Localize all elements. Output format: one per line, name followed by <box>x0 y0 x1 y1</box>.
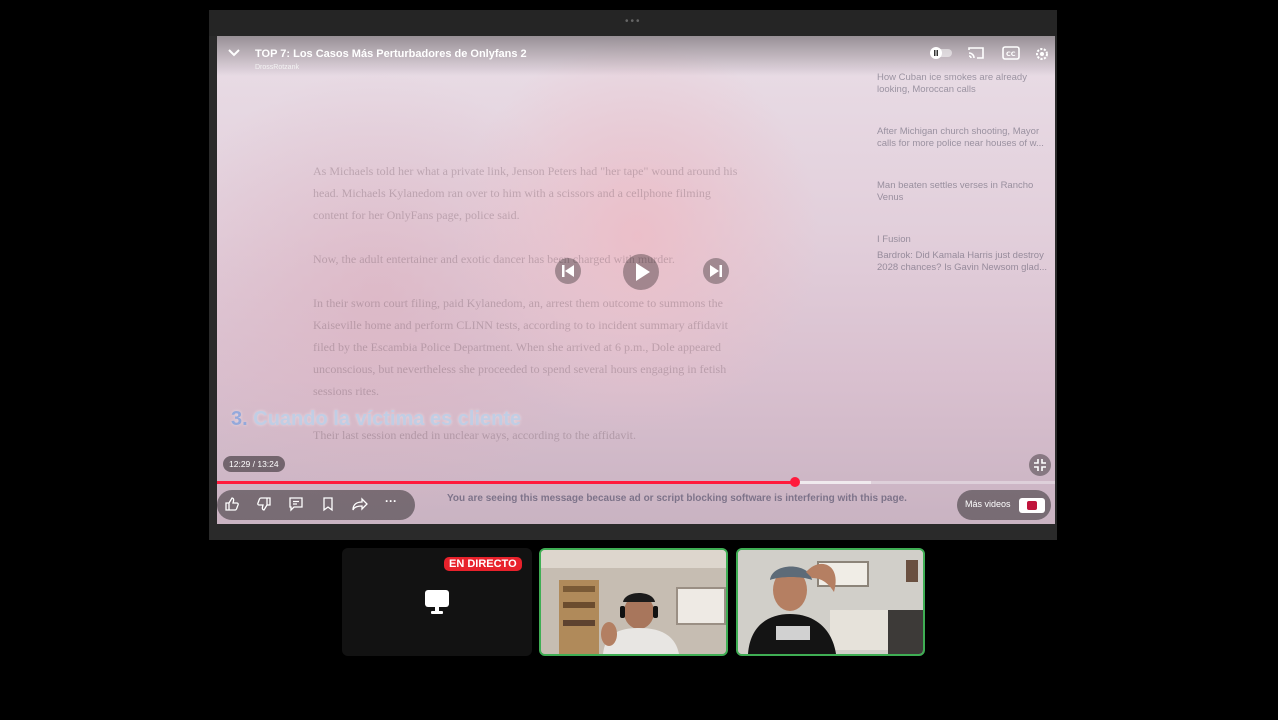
article-paragraph: Kaiseville home and perform CLINN tests,… <box>313 318 729 332</box>
more-videos-button[interactable]: Más videos <box>957 490 1051 520</box>
participant-2-scene <box>738 550 923 654</box>
more-videos-thumbnail <box>1019 498 1045 513</box>
video-window: ••• As Michaels told her what a private … <box>209 10 1057 540</box>
monitor-icon <box>423 588 451 621</box>
settings-gear-icon[interactable] <box>1034 46 1050 67</box>
video-player[interactable]: As Michaels told her what a private link… <box>217 36 1055 524</box>
progress-bar[interactable] <box>217 477 1055 487</box>
sidebar-headline: Man beaten settles verses in Rancho Venu… <box>877 180 1034 203</box>
sidebar-section: I Fusion <box>877 234 911 245</box>
participant-1-scene <box>541 550 726 654</box>
time-display: 12:29 / 13:24 <box>223 456 285 472</box>
sidebar-headline: After Michigan church shooting, Mayor ca… <box>877 126 1044 149</box>
caption-number: 3. <box>231 408 248 430</box>
article-paragraph: sessions rites. <box>313 384 379 398</box>
played-bar <box>217 481 796 484</box>
engagement-bar: ··· <box>217 490 415 520</box>
autoplay-toggle[interactable] <box>929 46 953 65</box>
like-icon[interactable] <box>224 496 240 517</box>
article-paragraph: unconscious, but nevertheless she procee… <box>313 362 727 376</box>
ad-block-notice: You are seeing this message because ad o… <box>447 493 907 504</box>
save-bookmark-icon[interactable] <box>320 496 336 517</box>
participant-video-2[interactable] <box>736 548 925 656</box>
window-drag-handle[interactable]: ••• <box>209 10 1057 36</box>
dislike-icon[interactable] <box>256 496 272 517</box>
more-options-icon[interactable]: ··· <box>385 494 397 508</box>
article-paragraph: filed by the Escambia Police Department.… <box>313 340 721 354</box>
article-paragraph: head. Michaels Kylanedom ran over to him… <box>313 186 711 200</box>
article-paragraph: content for her OnlyFans page, police sa… <box>313 208 520 222</box>
cast-icon[interactable] <box>967 46 985 65</box>
share-icon[interactable] <box>351 496 369 517</box>
previous-video-button[interactable] <box>555 258 581 289</box>
screen-share-tile[interactable]: EN DIRECTO <box>342 548 532 656</box>
video-title[interactable]: TOP 7: Los Casos Más Perturbadores de On… <box>255 48 527 60</box>
channel-name[interactable]: DrossRotzank <box>255 64 299 71</box>
article-paragraph: As Michaels told her what a private link… <box>313 164 738 178</box>
article-paragraph: In their sworn court filing, paid Kylane… <box>313 296 723 310</box>
background-article: As Michaels told her what a private link… <box>313 160 793 446</box>
scrubber-handle[interactable] <box>790 477 801 487</box>
captions-icon[interactable]: CC <box>1002 46 1020 65</box>
play-button[interactable] <box>623 254 659 295</box>
caption-text: Cuando la víctima es cliente <box>253 408 522 430</box>
exit-fullscreen-button[interactable] <box>1029 454 1051 476</box>
video-caption: 3. Cuando la víctima es cliente <box>231 408 521 431</box>
next-video-button[interactable] <box>703 258 729 289</box>
sidebar-headline: Bardrok: Did Kamala Harris just destroy … <box>877 250 1048 273</box>
svg-text:CC: CC <box>1006 50 1016 58</box>
more-videos-label: Más videos <box>965 499 1011 509</box>
participant-video-1[interactable] <box>539 548 728 656</box>
background-sidebar: How Cuban ice smokes are already looking… <box>877 72 1055 304</box>
live-badge: EN DIRECTO <box>444 557 522 571</box>
collapse-chevron-icon[interactable] <box>227 46 241 65</box>
drag-dots-icon: ••• <box>625 16 642 27</box>
comments-icon[interactable] <box>288 496 304 517</box>
